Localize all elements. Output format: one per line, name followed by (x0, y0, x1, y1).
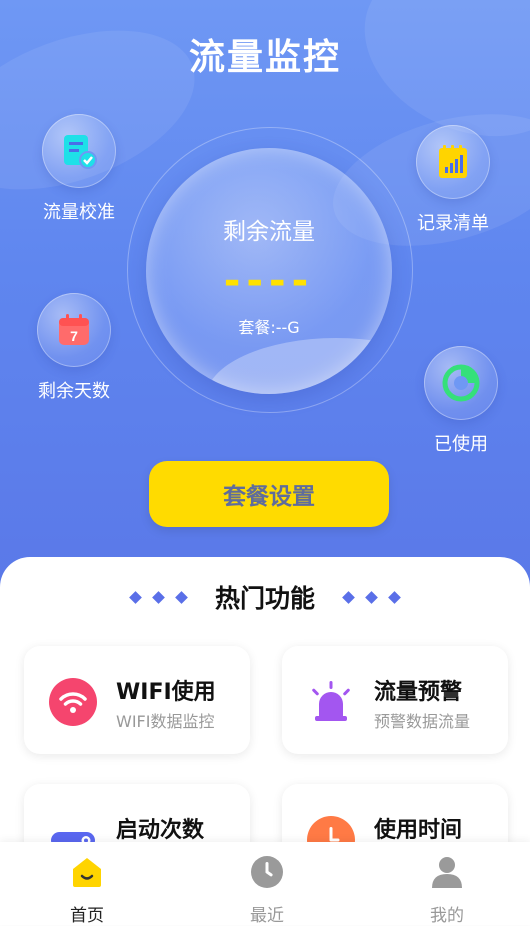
calendar-day: 7 (70, 328, 78, 344)
remaining-traffic-gauge: 剩余流量 ---- 套餐:--G (146, 148, 392, 394)
decor-dot (342, 590, 355, 604)
hero-panel: 流量监控 流量校准 记录清单 7 剩余天数 已使用 剩余流量 ---- 套餐:-… (0, 0, 530, 600)
tab-label: 我的 (430, 906, 464, 926)
calendar-icon: 7 (59, 314, 89, 345)
user-icon (432, 857, 462, 888)
decor-dot (152, 590, 165, 604)
card-title: 使用时间 (374, 818, 463, 843)
home-icon (73, 858, 101, 887)
plan-settings-button[interactable]: 套餐设置 (149, 461, 389, 527)
card-title: 流量预警 (374, 680, 463, 705)
tab-mine[interactable]: 我的 (387, 854, 507, 926)
decor-dot (365, 590, 378, 604)
tab-recent[interactable]: 最近 (207, 854, 327, 926)
card-subtitle: WIFI数据监控 (116, 712, 215, 731)
decor-dot (388, 590, 401, 604)
card-traffic-warning[interactable]: 流量预警 预警数据流量 (282, 646, 508, 754)
days-left-bubble: 7 (37, 293, 111, 367)
used-label: 已使用 (434, 434, 488, 455)
decor-dot (129, 590, 142, 604)
days-left-label: 剩余天数 (38, 381, 110, 402)
calibrate-bubble (42, 114, 116, 188)
tab-label: 首页 (70, 906, 104, 926)
pie-chart-icon (442, 364, 480, 402)
gauge-plan: 套餐:--G (238, 318, 300, 337)
records-label: 记录清单 (417, 213, 489, 234)
tab-label: 最近 (250, 906, 284, 926)
gauge-title: 剩余流量 (223, 219, 315, 245)
card-subtitle: 预警数据流量 (374, 712, 471, 731)
tab-home[interactable]: 首页 (27, 854, 147, 926)
calibrate-label: 流量校准 (43, 202, 115, 223)
bar-chart-doc-icon (439, 145, 467, 178)
document-check-icon (64, 135, 97, 169)
feature-calibrate[interactable]: 流量校准 (19, 114, 139, 224)
feature-records[interactable]: 记录清单 (393, 125, 513, 235)
card-title: 启动次数 (116, 818, 205, 843)
section-title: 热门功能 (214, 584, 315, 613)
app-title: 流量监控 (188, 37, 341, 78)
records-bubble (416, 125, 490, 199)
alarm-light-icon (312, 681, 350, 721)
bottom-tab-bar: 首页 最近 我的 (0, 842, 530, 926)
card-title: WIFI使用 (116, 680, 216, 705)
decor-dot (175, 590, 188, 604)
clock-icon (251, 856, 283, 888)
used-bubble (424, 346, 498, 420)
gauge-wave (206, 338, 392, 394)
gauge-value: ---- (223, 258, 315, 304)
wifi-icon (49, 678, 97, 726)
section-header: 热门功能 (0, 579, 530, 615)
feature-days-left[interactable]: 7 剩余天数 (14, 293, 134, 403)
feature-used[interactable]: 已使用 (401, 346, 521, 456)
card-wifi-usage[interactable]: WIFI使用 WIFI数据监控 (24, 646, 250, 754)
